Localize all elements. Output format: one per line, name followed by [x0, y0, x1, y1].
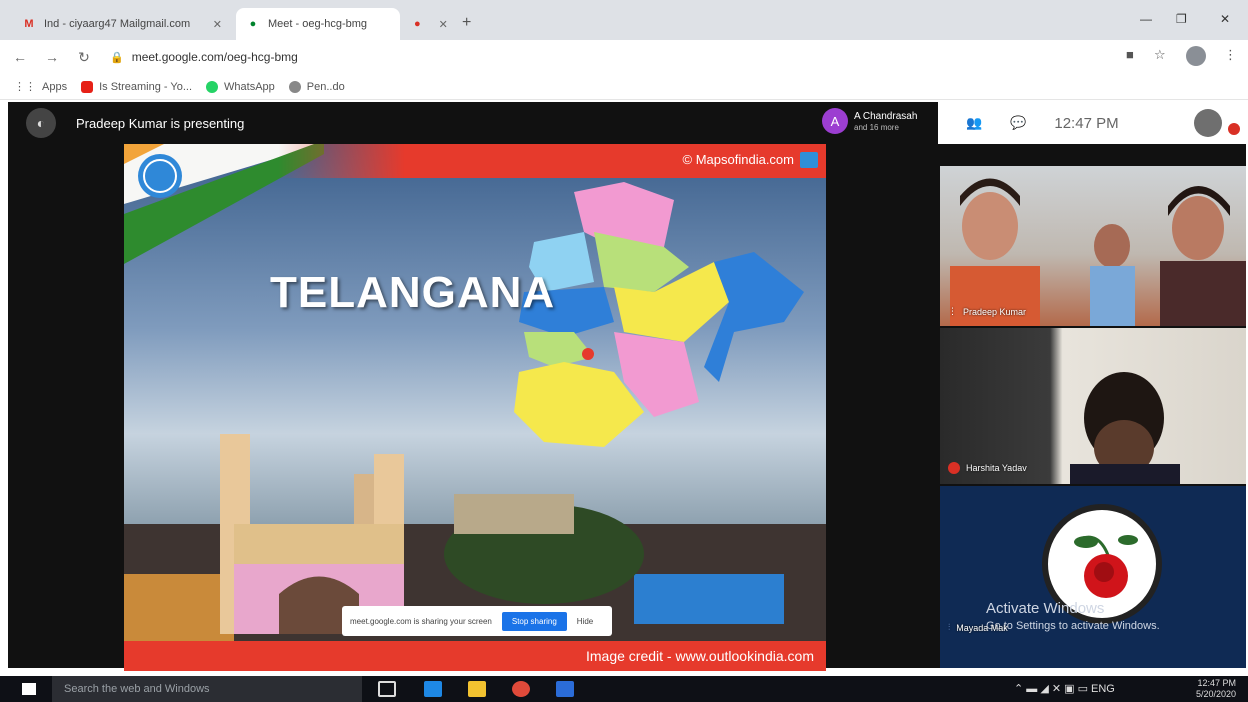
share-bar-text: meet.google.com is sharing your screen: [350, 616, 492, 626]
bookmark-other[interactable]: Pen..do: [288, 80, 345, 93]
participant-name: Pradeep Kumar: [963, 306, 1027, 317]
forward-icon[interactable]: →: [40, 49, 64, 65]
bookmark-apps[interactable]: ⋮⋮ Apps: [14, 80, 68, 94]
task-view-icon[interactable]: [378, 681, 396, 697]
start-icon[interactable]: [22, 683, 36, 695]
clock-date: 5/20/2020: [1195, 689, 1236, 699]
system-tray[interactable]: ⌃ ▬ ◢ ✕ ▣ ▭ ENG: [1014, 682, 1115, 695]
meet-call-area: ◐ Pradeep Kumar is presenting A A Chandr…: [8, 102, 1246, 671]
participant-tile[interactable]: Harshita Yadav: [940, 328, 1246, 484]
hide-button[interactable]: Hide: [577, 617, 593, 626]
participant-label: ⫶ Mayada Mak: [948, 622, 1008, 633]
edge-icon[interactable]: [424, 681, 442, 697]
chat-icon[interactable]: 💬: [1010, 115, 1026, 131]
mic-off-icon: [948, 462, 960, 474]
mic-off-icon: ⋮: [948, 306, 957, 316]
bookmark-label: Apps: [42, 80, 68, 93]
star-icon[interactable]: ☆: [1154, 47, 1166, 63]
notification-badge: [1228, 123, 1240, 135]
participant-chip[interactable]: A A Chandrasah and 16 more: [822, 108, 917, 134]
tab-strip: M Ind - ciyaarg47 Mailgmail.com ✕ ● Meet…: [0, 0, 1248, 40]
bookmark-label: Pen..do: [306, 80, 345, 93]
bookmark-label: Is Streaming - Yo...: [99, 80, 193, 93]
browser-toolbar: ← → ↻ 🔒 meet.google.com/oeg-hcg-bmg: [0, 40, 1248, 74]
file-explorer-icon[interactable]: [468, 681, 486, 697]
address-bar[interactable]: 🔒 meet.google.com/oeg-hcg-bmg: [110, 45, 1110, 69]
close-icon[interactable]: ✕: [429, 18, 448, 31]
people-icon[interactable]: 👥: [966, 115, 982, 131]
window-close-icon[interactable]: ✕: [1220, 12, 1230, 26]
windows-watermark-sub: Go to Settings to activate Windows.: [986, 620, 1160, 632]
taskbar-clock[interactable]: 12:47 PM 5/20/2020: [1186, 678, 1236, 700]
mapsofindia-icon: [800, 152, 818, 168]
tray-icons: ⌃ ▬ ◢ ✕ ▣ ▭: [1014, 683, 1092, 695]
windows-watermark-title: Activate Windows: [986, 600, 1105, 617]
url-text: meet.google.com/oeg-hcg-bmg: [131, 50, 298, 64]
audio-level-icon: ⫶: [948, 622, 951, 632]
shared-slide: © Mapsofindia.com TELANGANA meet.google.…: [124, 144, 826, 671]
stop-sharing-button[interactable]: Stop sharing: [501, 611, 567, 631]
participant-name: Harshita Yadav: [966, 463, 1027, 473]
menu-icon[interactable]: ⋮: [1224, 47, 1237, 63]
tray-language: ENG: [1091, 683, 1115, 695]
tab-recording[interactable]: ● ✕: [404, 8, 454, 40]
taskbar-search[interactable]: Search the web and Windows: [52, 676, 362, 702]
youtube-icon: [81, 80, 94, 93]
tab-label: Meet - oeg-hcg-bmg: [268, 18, 368, 30]
mapsofindia-watermark: © Mapsofindia.com: [682, 152, 794, 167]
participant-tile[interactable]: Activate Windows Go to Settings to activ…: [940, 486, 1246, 668]
tab-meet[interactable]: ● Meet - oeg-hcg-bmg: [236, 8, 400, 40]
chrome-icon[interactable]: [512, 681, 530, 697]
participant-name: Mayada Mak: [956, 622, 1008, 633]
presenting-header: ◐ Pradeep Kumar is presenting A A Chandr…: [8, 102, 938, 144]
participant-avatar: A: [822, 108, 848, 134]
image-credit: Image credit - www.outlookindia.com: [124, 641, 826, 671]
windows-taskbar: Search the web and Windows ⌃ ▬ ◢ ✕ ▣ ▭ E…: [0, 676, 1248, 702]
tab-label: Ind - ciyaarg47 Mailgmail.com: [44, 18, 191, 30]
meet-toolbar: 👥 💬 12:47 PM: [938, 102, 1246, 144]
new-tab-icon[interactable]: +: [462, 14, 471, 32]
tab-gmail[interactable]: M Ind - ciyaarg47 Mailgmail.com ✕: [12, 8, 232, 40]
bookmark-youtube[interactable]: Is Streaming - Yo...: [81, 80, 193, 93]
participant-video: [950, 178, 1246, 326]
apps-icon: ⋮⋮: [14, 81, 36, 93]
participant-video: [1070, 372, 1180, 484]
reload-icon[interactable]: ↻: [72, 49, 96, 66]
word-icon[interactable]: [556, 681, 574, 697]
participant-label: ⋮ Pradeep Kumar: [948, 306, 1026, 317]
record-icon: ●: [414, 18, 421, 30]
presenting-text: Pradeep Kumar is presenting: [76, 115, 245, 131]
self-avatar[interactable]: [1194, 109, 1222, 137]
camera-icon[interactable]: ■: [1126, 47, 1134, 62]
screen-share-bar: meet.google.com is sharing your screen S…: [342, 606, 612, 636]
back-icon[interactable]: ←: [8, 49, 32, 65]
lock-icon[interactable]: 🔒: [110, 51, 124, 64]
globe-icon: [288, 80, 301, 93]
close-icon[interactable]: ✕: [203, 18, 222, 31]
clock-time: 12:47 PM: [1197, 678, 1236, 688]
minimize-icon[interactable]: —: [1140, 12, 1152, 26]
participant-label: Harshita Yadav: [948, 462, 1027, 474]
presenter-avatar: ◐: [26, 108, 56, 138]
bookmark-whatsapp[interactable]: WhatsApp: [206, 80, 275, 93]
meeting-clock: 12:47 PM: [1054, 114, 1119, 132]
participant-tile[interactable]: ⋮ Pradeep Kumar: [940, 166, 1246, 326]
profile-avatar[interactable]: [1186, 46, 1206, 66]
bookmark-label: WhatsApp: [224, 80, 275, 93]
maximize-icon[interactable]: ❐: [1176, 12, 1187, 26]
bookmarks-bar: ⋮⋮ Apps Is Streaming - Yo... WhatsApp Pe…: [0, 74, 1248, 100]
participant-sub: and 16 more: [854, 122, 899, 132]
gmail-icon: M: [24, 18, 34, 30]
slide-title: TELANGANA: [270, 268, 556, 317]
whatsapp-icon: [206, 80, 219, 93]
meet-icon: ●: [249, 18, 257, 30]
participant-name: A Chandrasah: [854, 110, 918, 122]
